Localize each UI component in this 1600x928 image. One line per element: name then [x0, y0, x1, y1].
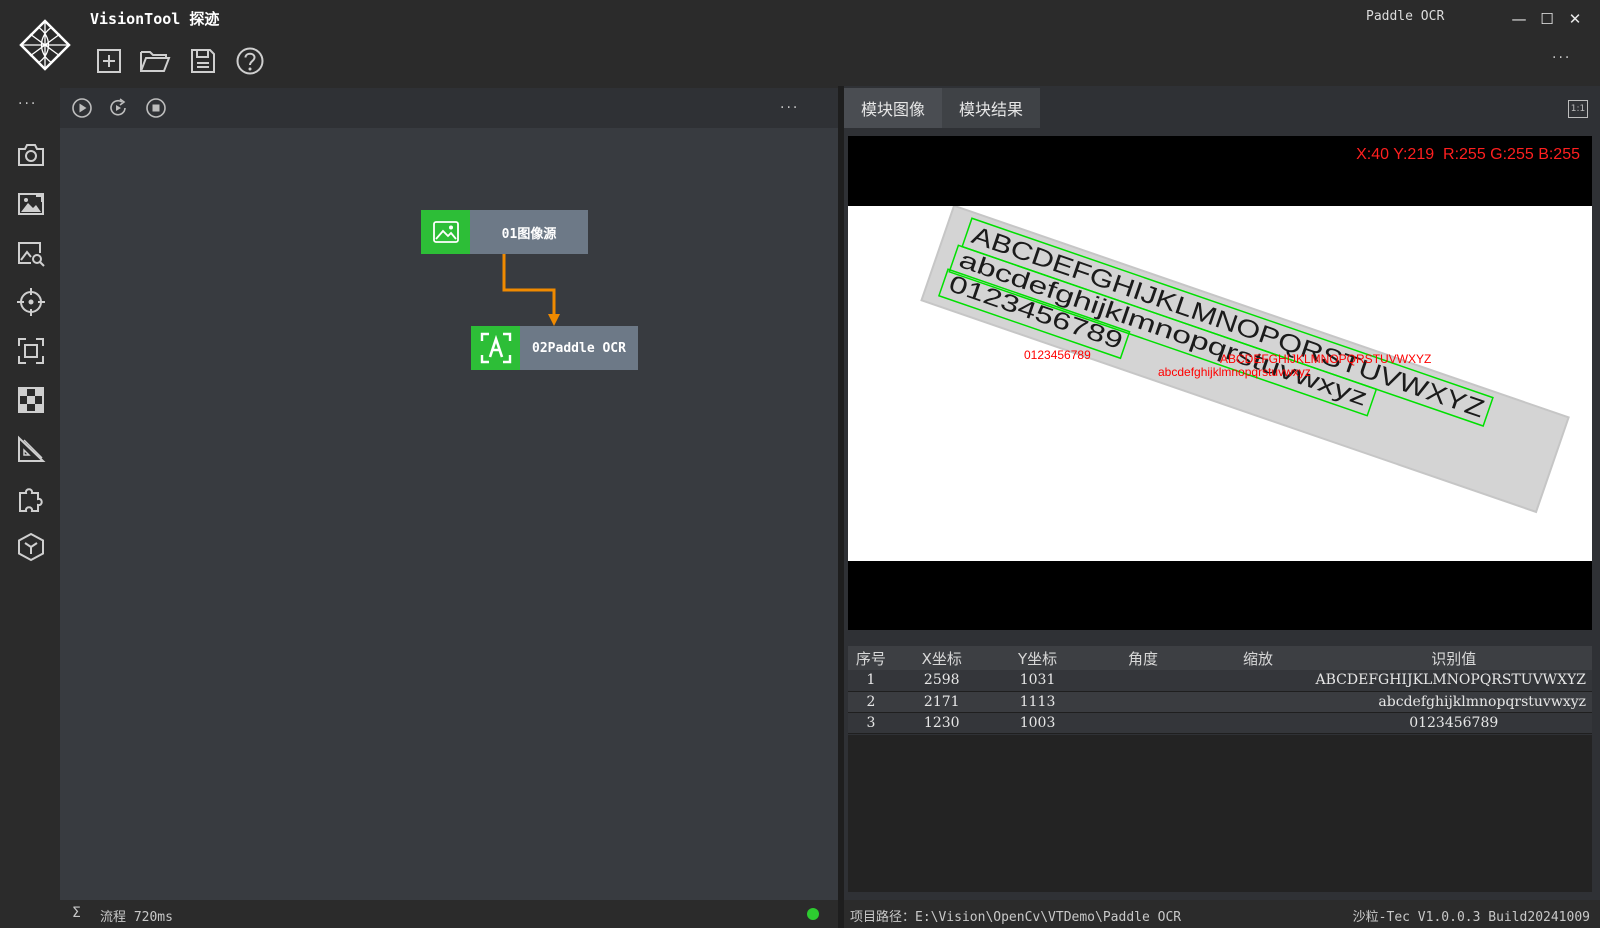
close-button[interactable]: ✕	[1564, 8, 1586, 30]
focus-frame-icon	[18, 338, 44, 364]
save-button[interactable]	[186, 44, 220, 78]
measure-tool-button[interactable]	[14, 432, 48, 466]
maximize-button[interactable]: ☐	[1536, 8, 1558, 30]
cell-scale	[1200, 691, 1316, 713]
status-indicator	[807, 908, 819, 920]
flow-node-paddle-ocr[interactable]: 02Paddle OCR	[471, 326, 638, 370]
flow-time: 流程 720ms	[100, 910, 173, 925]
cube-icon	[18, 532, 44, 562]
col-x[interactable]: X坐标	[893, 646, 990, 670]
app-title: VisionTool 探迹	[90, 10, 220, 28]
image-edit-icon	[18, 193, 44, 215]
new-file-button[interactable]	[92, 44, 126, 78]
tool-sidebar: ···	[0, 86, 60, 928]
camera-tool-button[interactable]	[14, 138, 48, 172]
image-search-tool-button[interactable]	[14, 236, 48, 270]
cell-index: 2	[848, 691, 894, 713]
open-folder-icon	[140, 51, 171, 72]
crosshair-icon	[17, 288, 45, 316]
table-row[interactable]: 1 2598 1031 ABCDEFGHIJKLMNOPQRSTUVWXYZ	[848, 670, 1592, 692]
col-y[interactable]: Y坐标	[989, 646, 1086, 670]
col-value[interactable]: 识别值	[1315, 646, 1592, 670]
calibration-tool-button[interactable]	[14, 383, 48, 417]
title-bar: VisionTool 探迹 Paddle OCR — ☐ ✕ ···	[0, 0, 1600, 86]
ocr-overlay-text-2: abcdefghijklmnopqrstuvwxyz	[1158, 365, 1311, 379]
image-icon	[432, 221, 459, 243]
image-search-icon	[18, 242, 45, 267]
version-info: 沙粒-Tec V1.0.0.3 Build20241009	[1352, 910, 1590, 925]
sigma-icon: Σ	[72, 905, 81, 921]
col-index[interactable]: 序号	[848, 646, 894, 670]
cell-value: abcdefghijklmnopqrstuvwxyz	[1315, 691, 1592, 713]
plugin-tool-button[interactable]	[14, 481, 48, 515]
minimize-button[interactable]: —	[1508, 8, 1530, 30]
cell-y: 1003	[989, 712, 1086, 734]
focus-frame-tool-button[interactable]	[14, 334, 48, 368]
help-icon	[236, 47, 264, 75]
ocr-result-image: ABCDEFGHIJKLMNOPQRSTUVWXYZ abcdefghijklm…	[848, 206, 1592, 561]
image-viewer[interactable]: X:40 Y:219 R:255 G:255 B:255 ABCDEFGHIJK…	[848, 136, 1592, 630]
module-title: Paddle OCR	[1366, 9, 1445, 24]
open-folder-button[interactable]	[138, 44, 172, 78]
pixel-readout: X:40 Y:219 R:255 G:255 B:255	[1356, 146, 1580, 163]
ocr-label-photo: ABCDEFGHIJKLMNOPQRSTUVWXYZ abcdefghijklm…	[920, 206, 1570, 514]
project-path: 项目路径：E:\Vision\OpenCv\VTDemo\Paddle OCR	[850, 910, 1182, 925]
flow-editor[interactable]: ··· 01图像源 02Paddle OCR	[60, 88, 838, 900]
actual-size-button[interactable]: 1:1	[1568, 100, 1588, 118]
col-angle[interactable]: 角度	[1085, 646, 1201, 670]
cell-x: 2171	[893, 691, 990, 713]
cell-scale	[1200, 670, 1316, 692]
text-recognition-icon	[480, 332, 511, 364]
project-status-bar: 项目路径：E:\Vision\OpenCv\VTDemo\Paddle OCR …	[844, 900, 1600, 928]
flow-status-bar: Σ 流程 720ms	[60, 900, 838, 928]
cell-index: 1	[848, 670, 894, 692]
save-icon	[191, 49, 215, 73]
more-options-button[interactable]: ···	[1552, 50, 1571, 66]
cell-value: 0123456789	[1315, 712, 1592, 734]
tab-module-result[interactable]: 模块结果	[942, 88, 1040, 128]
cell-scale	[1200, 712, 1316, 734]
crosshair-tool-button[interactable]	[14, 285, 48, 319]
ruler-triangle-icon	[18, 435, 46, 462]
cell-angle	[1085, 691, 1201, 713]
col-scale[interactable]: 缩放	[1200, 646, 1316, 670]
flow-node-image-source[interactable]: 01图像源	[421, 210, 588, 254]
cell-y: 1031	[989, 670, 1086, 692]
cell-angle	[1085, 670, 1201, 692]
results-table[interactable]: 序号 X坐标 Y坐标 角度 缩放 识别值 1 2598 1031 ABCDEFG…	[848, 646, 1592, 734]
image-edit-tool-button[interactable]	[14, 187, 48, 221]
cell-angle	[1085, 712, 1201, 734]
cell-value: ABCDEFGHIJKLMNOPQRSTUVWXYZ	[1315, 670, 1592, 692]
tab-module-image[interactable]: 模块图像	[844, 88, 942, 128]
checkerboard-icon	[18, 387, 44, 413]
view-tabs: 模块图像 模块结果 1:1	[844, 88, 1600, 128]
ocr-overlay-text-3: 0123456789	[1024, 348, 1091, 362]
ocr-overlay-text-1: ABCDEFGHIJKLMNOPQRSTUVWXYZ	[1220, 352, 1431, 366]
table-row[interactable]: 2 2171 1113 abcdefghijklmnopqrstuvwxyz	[848, 691, 1592, 713]
flow-node-label: 01图像源	[470, 210, 588, 254]
table-row[interactable]: 3 1230 1003 0123456789	[848, 712, 1592, 734]
help-button[interactable]	[233, 44, 267, 78]
cell-y: 1113	[989, 691, 1086, 713]
3d-tool-button[interactable]	[14, 530, 48, 564]
puzzle-icon	[19, 488, 43, 512]
cell-index: 3	[848, 712, 894, 734]
new-file-icon	[97, 49, 121, 73]
cell-x: 1230	[893, 712, 990, 734]
results-empty-area	[848, 735, 1592, 892]
cell-x: 2598	[893, 670, 990, 692]
camera-icon	[18, 144, 44, 166]
table-header-row: 序号 X坐标 Y坐标 角度 缩放 识别值	[848, 646, 1592, 670]
app-logo	[19, 19, 71, 71]
flow-node-label: 02Paddle OCR	[520, 326, 638, 370]
sidebar-more-button[interactable]: ···	[18, 96, 37, 112]
